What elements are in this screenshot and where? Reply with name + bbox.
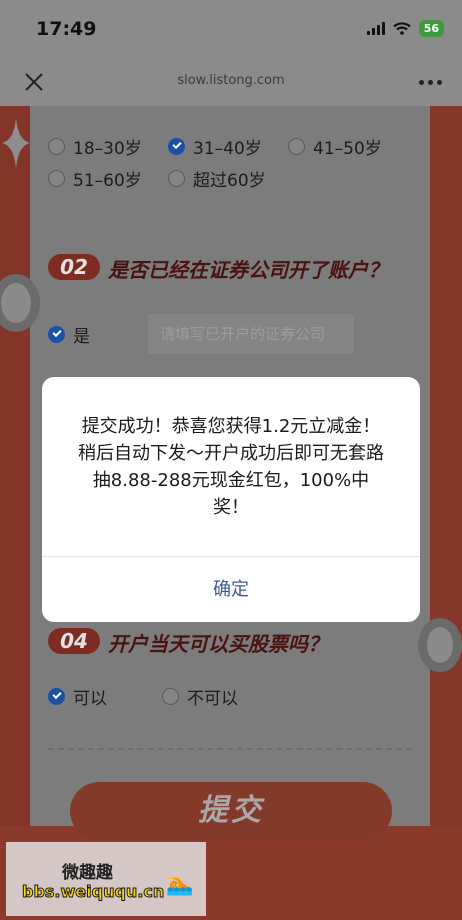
confirm-button[interactable]: 确定 <box>42 557 420 622</box>
submit-button[interactable]: 提交 <box>70 782 392 840</box>
age-option-31-40[interactable]: 31–40岁 <box>168 134 262 159</box>
age-option-51-60[interactable]: 51–60岁 <box>48 166 142 191</box>
watermark-title: 微趣趣 <box>62 863 113 883</box>
option-label: 31–40岁 <box>193 139 262 159</box>
signal-icon <box>366 22 385 35</box>
option-label: 是 <box>73 327 90 347</box>
browser-nav-bar: slow.listong.com <box>0 58 462 106</box>
radio-icon <box>168 170 185 187</box>
age-option-18-30[interactable]: 18–30岁 <box>48 134 142 159</box>
radio-icon <box>48 170 65 187</box>
securities-company-input[interactable]: 请填写已开户的证券公司 <box>148 314 354 354</box>
option-label: 超过60岁 <box>193 171 266 191</box>
right-decor-band <box>430 106 462 920</box>
option-label: 不可以 <box>187 689 238 709</box>
q4-option-no[interactable]: 不可以 <box>162 684 238 709</box>
account-yes-option[interactable]: 是 <box>48 322 90 347</box>
question-number-badge: 02 <box>48 254 100 280</box>
age-option-over-60[interactable]: 超过60岁 <box>168 166 266 191</box>
divider <box>48 748 412 750</box>
option-label: 51–60岁 <box>73 171 142 191</box>
radio-icon <box>288 138 305 155</box>
option-label: 41–50岁 <box>313 139 382 159</box>
more-icon[interactable] <box>419 80 442 85</box>
sparkle-icon <box>2 118 30 168</box>
question-title: 开户当天可以买股票吗？ <box>108 632 328 656</box>
option-label: 可以 <box>73 689 107 709</box>
wifi-icon <box>392 22 411 35</box>
success-dialog: 提交成功！恭喜您获得1.2元立减金！稍后自动下发～开户成功后即可无套路抽8.88… <box>42 377 420 622</box>
radio-icon <box>48 138 65 155</box>
age-option-41-50[interactable]: 41–50岁 <box>288 134 382 159</box>
watermark-url: bbs.weiququ.cn <box>21 882 165 902</box>
checked-radio-icon <box>48 326 65 343</box>
left-decor-band <box>0 106 30 920</box>
option-label: 18–30岁 <box>73 139 142 159</box>
dialog-message: 提交成功！恭喜您获得1.2元立减金！稍后自动下发～开户成功后即可无套路抽8.88… <box>78 416 384 518</box>
radio-icon <box>162 688 179 705</box>
question-number-badge: 04 <box>48 628 100 654</box>
battery-icon: 56 <box>418 20 444 37</box>
coin-decoration-right <box>418 618 462 672</box>
question-title: 是否已经在证券公司开了账户？ <box>108 258 388 282</box>
watermark: 微趣趣 bbs.weiququ.cn 🏊 <box>6 842 206 916</box>
page-url: slow.listong.com <box>177 73 285 88</box>
checked-radio-icon <box>48 688 65 705</box>
status-icons: 56 <box>366 20 444 37</box>
q4-option-yes[interactable]: 可以 <box>48 684 107 709</box>
checked-radio-icon <box>168 138 185 155</box>
mascot-icon: 🏊 <box>166 872 194 897</box>
status-bar: 17:49 56 <box>0 0 462 58</box>
status-time: 17:49 <box>36 18 97 40</box>
